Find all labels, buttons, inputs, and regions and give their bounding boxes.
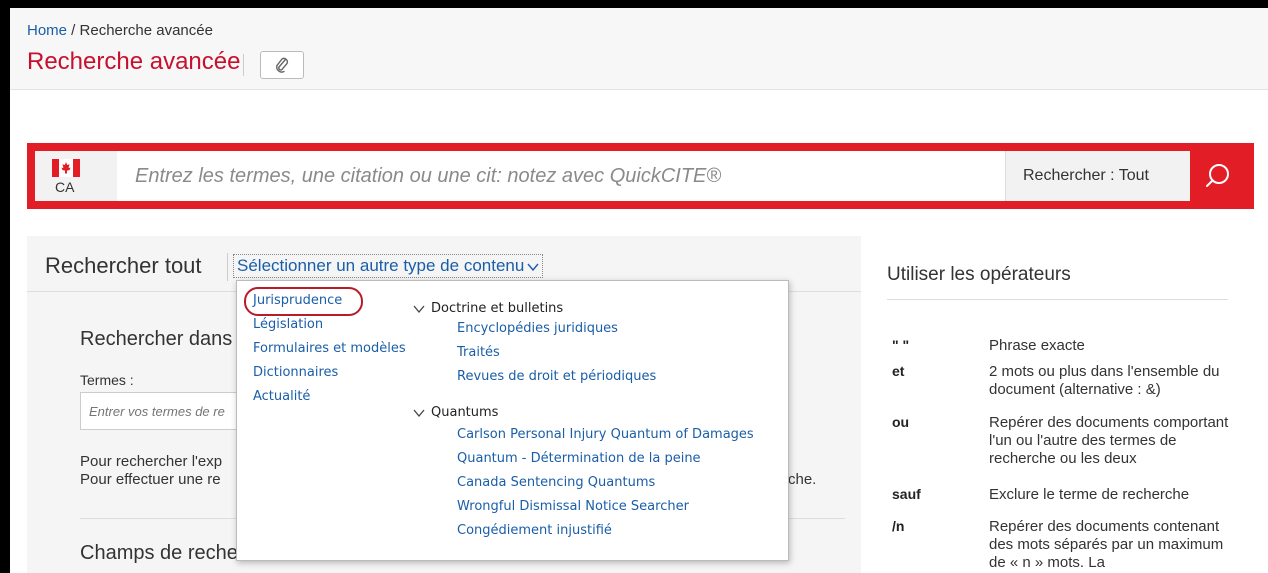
page-title: Recherche avancée [27, 48, 241, 75]
page-header: Home / Recherche avancée Recherche avanc… [10, 8, 1268, 90]
menu-group-doctrine[interactable]: Doctrine et bulletins [413, 301, 563, 316]
terms-label: Termes : [80, 372, 134, 388]
content-type-select[interactable]: Sélectionner un autre type de contenu [233, 254, 544, 278]
menu-item-wrongful-dismissal[interactable]: Wrongful Dismissal Notice Searcher [457, 499, 689, 514]
search-scope-selector[interactable]: Rechercher : Tout [1005, 151, 1190, 201]
operators-title: Utiliser les opérateurs [887, 264, 1071, 285]
menu-item-sentencing[interactable]: Canada Sentencing Quantums [457, 475, 655, 490]
menu-item-actualite[interactable]: Actualité [253, 389, 310, 404]
chevron-down-icon [527, 263, 539, 271]
search-bar: CA Rechercher : Tout [27, 143, 1254, 209]
breadcrumb: Home / Recherche avancée [27, 22, 213, 39]
menu-group-quantums-label: Quantums [431, 405, 499, 420]
operator-symbol: sauf [892, 486, 921, 502]
search-icon [1206, 164, 1229, 187]
attach-button[interactable] [260, 51, 304, 79]
chevron-down-icon [413, 305, 425, 313]
search-fields-heading: Champs de reche [80, 542, 238, 564]
help-text-line-2: Pour effectuer une re [80, 471, 221, 488]
operator-description: 2 mots ou plus dans l'ensemble du docume… [989, 363, 1220, 398]
page-frame: Home / Recherche avancée Recherche avanc… [10, 8, 1268, 573]
menu-item-dictionnaires[interactable]: Dictionnaires [253, 365, 338, 380]
menu-group-quantums[interactable]: Quantums [413, 405, 498, 420]
operator-symbol: et [892, 363, 905, 379]
search-in-heading: Rechercher dans [80, 328, 233, 350]
menu-item-quantum-peine[interactable]: Quantum - Détermination de la peine [457, 451, 701, 466]
paperclip-icon [276, 57, 289, 73]
operator-symbol: ou [892, 414, 910, 430]
menu-item-carlson[interactable]: Carlson Personal Injury Quantum of Damag… [457, 427, 754, 442]
operators-divider [887, 299, 1228, 300]
operator-description: Phrase exacte [989, 337, 1085, 354]
menu-group-doctrine-label: Doctrine et bulletins [431, 301, 564, 316]
search-input[interactable] [135, 151, 995, 201]
help-text-line-1: Pour rechercher l'exp [80, 453, 223, 470]
menu-item-traites[interactable]: Traités [457, 345, 500, 360]
operator-description: Repérer des documents comportant l'un ou… [989, 414, 1229, 467]
canada-flag-icon [52, 159, 80, 177]
breadcrumb-separator: / [67, 22, 80, 39]
jurisdiction-selector[interactable]: CA [35, 151, 117, 201]
menu-item-revues[interactable]: Revues de droit et périodiques [457, 369, 656, 384]
operator-description: Repérer des documents contenant des mots… [989, 518, 1224, 571]
title-divider [243, 54, 244, 76]
breadcrumb-home-link[interactable]: Home [27, 22, 67, 39]
operator-symbol: /n [892, 518, 905, 534]
search-bar-inner: CA Rechercher : Tout [35, 151, 1246, 201]
menu-item-jurisprudence[interactable]: Jurisprudence [253, 293, 342, 308]
chevron-down-icon [413, 409, 425, 417]
search-button[interactable] [1190, 151, 1246, 201]
panel-title: Rechercher tout [45, 253, 202, 278]
panel-title-divider [227, 253, 228, 281]
menu-item-congediement[interactable]: Congédiement injustifié [457, 523, 612, 538]
help-text-tail: che. [788, 471, 817, 488]
menu-item-formulaires[interactable]: Formulaires et modèles [253, 341, 406, 356]
content-type-select-label: Sélectionner un autre type de contenu [237, 256, 525, 275]
content-type-dropdown: Jurisprudence Législation Formulaires et… [236, 280, 789, 561]
operator-symbol: " " [892, 337, 910, 353]
operator-description: Exclure le terme de recherche [989, 486, 1190, 503]
menu-item-encyclopedies[interactable]: Encyclopédies juridiques [457, 321, 618, 336]
menu-item-legislation[interactable]: Législation [253, 317, 323, 332]
jurisdiction-code: CA [55, 179, 75, 195]
breadcrumb-current: Recherche avancée [79, 22, 213, 39]
